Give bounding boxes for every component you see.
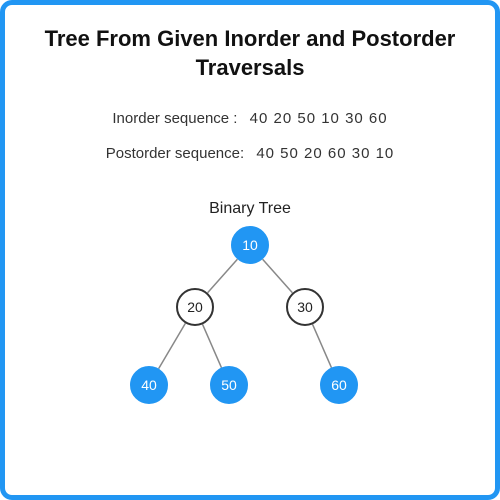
tree-edge	[159, 324, 186, 369]
inorder-row: Inorder sequence : 40 20 50 10 30 60	[35, 110, 465, 127]
tree-node-40: 40	[130, 366, 168, 404]
tree-edge	[263, 259, 293, 293]
tree-label: Binary Tree	[209, 200, 291, 218]
postorder-values: 40 50 20 60 30 10	[256, 145, 394, 162]
inorder-values: 40 20 50 10 30 60	[250, 110, 388, 127]
page-title: Tree From Given Inorder and Postorder Tr…	[35, 25, 465, 82]
tree-edge	[203, 325, 222, 368]
postorder-label: Postorder sequence:	[106, 145, 244, 162]
tree-node-30: 30	[286, 288, 324, 326]
binary-tree: 10 20 30 40 50 60	[120, 226, 380, 426]
tree-node-20: 20	[176, 288, 214, 326]
inorder-label: Inorder sequence :	[112, 110, 237, 127]
postorder-row: Postorder sequence: 40 50 20 60 30 10	[35, 145, 465, 162]
tree-node-10: 10	[231, 226, 269, 264]
tree-edge	[313, 325, 332, 368]
tree-node-50: 50	[210, 366, 248, 404]
diagram-frame: Tree From Given Inorder and Postorder Tr…	[0, 0, 500, 500]
tree-node-60: 60	[320, 366, 358, 404]
tree-edge	[208, 259, 238, 293]
